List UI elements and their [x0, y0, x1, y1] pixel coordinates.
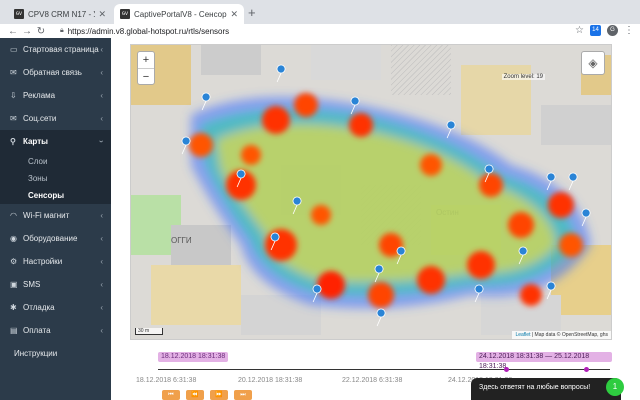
svg-text:ОГГИ: ОГГИ — [171, 236, 192, 245]
sidebar-item-label: Карты — [23, 137, 48, 146]
browser-tab-crm[interactable]: GV CPV8 CRM N17 - Управление ✕ — [8, 4, 112, 24]
tick-label: 18.12.2018 6:31:38 — [136, 377, 197, 384]
sidebar-item-label: Соц.сети — [23, 114, 57, 123]
rewind-icon[interactable]: ⏪ — [186, 390, 204, 400]
zoom-control: + − — [137, 51, 155, 85]
sidebar-item-maps[interactable]: ⚲ Карты › — [0, 130, 111, 153]
chevron-icon: ‹ — [100, 68, 103, 77]
sidebar-item-payment[interactable]: ▤ Оплата ‹ — [0, 319, 111, 342]
submenu-item-sensors[interactable]: Сенсоры — [0, 187, 111, 204]
attribution-text: | Map data © OpenStreetMap, ghs — [530, 332, 608, 338]
sidebar-item-debug[interactable]: ✱ Отладка ‹ — [0, 296, 111, 319]
sidebar-item-label: Оплата — [23, 326, 51, 335]
slider-handle-start[interactable] — [504, 367, 509, 372]
gear-icon: ⚙ — [10, 257, 18, 266]
chat-widget[interactable]: Здесь ответят на любые вопросы! — [471, 378, 621, 400]
sidebar-item-ads[interactable]: ⇩ Реклама ‹ — [0, 84, 111, 107]
chevron-icon: ‹ — [100, 234, 103, 243]
chevron-icon: ‹ — [100, 45, 103, 54]
sidebar-item-label: Инструкции — [14, 349, 58, 358]
browser-tab-sensors[interactable]: GV CaptivePortalV8 - Сенсоры ✕ — [114, 4, 244, 24]
desktop-icon: ▭ — [10, 45, 18, 54]
extension-icon[interactable]: 14 — [590, 25, 601, 36]
sidebar-item-label: Оборудование — [23, 234, 78, 243]
sidebar-item-sms[interactable]: ▣ SMS ‹ — [0, 273, 111, 296]
skip-forward-icon[interactable]: ⏭ — [234, 390, 252, 400]
lock-icon: 🔒︎ — [60, 27, 64, 34]
slider-handle-end[interactable] — [584, 367, 589, 372]
address-bar[interactable]: 🔒︎ https://admin.v8.global-hotspot.ru/rt… — [60, 25, 580, 37]
share-icon: ✉ — [10, 114, 17, 123]
zoom-out-button[interactable]: − — [138, 68, 154, 84]
map-marker-icon: ⚲ — [10, 137, 16, 146]
map-attribution: Leaflet | Map data © OpenStreetMap, ghs — [512, 331, 611, 339]
sidebar-item-settings[interactable]: ⚙ Настройки ‹ — [0, 250, 111, 273]
zoom-level-label: Zoom level: 19 — [501, 74, 545, 80]
tab-favicon-icon: GV — [120, 9, 130, 19]
chevron-icon: ‹ — [100, 257, 103, 266]
chevron-icon: ‹ — [100, 91, 103, 100]
close-icon[interactable]: ✕ — [230, 9, 238, 20]
download-icon: ⇩ — [10, 91, 17, 100]
chevron-icon: ‹ — [100, 280, 103, 289]
url-text: https://admin.v8.global-hotspot.ru/rtls/… — [67, 26, 230, 36]
tab-title: CaptivePortalV8 - Сенсоры — [134, 9, 228, 19]
sidebar-item-label: Реклама — [23, 91, 56, 100]
wifi-icon: ◠ — [10, 211, 17, 220]
back-arrow-icon[interactable]: ← — [6, 26, 20, 37]
tab-title: CPV8 CRM N17 - Управление — [28, 9, 95, 19]
range-end-label: 24.12.2018 18:31:38 — 25.12.2018 18:31:3… — [476, 352, 612, 370]
payment-icon: ▤ — [10, 326, 18, 335]
forward-icon[interactable]: ⏩ — [210, 390, 228, 400]
skip-back-icon[interactable]: ⏮ — [162, 390, 180, 400]
tab-favicon-icon: GV — [14, 9, 24, 19]
sidebar: ▭ Стартовая страница ‹ ✉ Обратная связь … — [0, 38, 111, 400]
slider-track[interactable] — [158, 369, 610, 370]
profile-icon[interactable]: G — [607, 25, 618, 36]
sidebar-item-label: Стартовая страница — [23, 45, 99, 54]
sidebar-item-label: Wi-Fi магнит — [23, 211, 70, 220]
map-scale: 30 m — [135, 328, 163, 335]
map-canvas: ОГГИ Остин — [131, 45, 611, 339]
sidebar-item-start-page[interactable]: ▭ Стартовая страница ‹ — [0, 38, 111, 61]
maps-submenu: Слои Зоны Сенсоры — [0, 153, 111, 204]
chevron-icon: ‹ — [100, 211, 103, 220]
sidebar-item-feedback[interactable]: ✉ Обратная связь ‹ — [0, 61, 111, 84]
sidebar-item-label: Настройки — [23, 257, 63, 266]
chat-badge[interactable]: 1 — [606, 378, 624, 396]
sidebar-item-instructions[interactable]: Инструкции — [0, 342, 111, 365]
browser-tab-bar: GV CPV8 CRM N17 - Управление ✕ GV Captiv… — [0, 0, 640, 24]
layers-icon[interactable]: ◈ — [581, 51, 605, 75]
chat-icon: ✉ — [10, 68, 17, 77]
menu-kebab-icon[interactable]: ⋮ — [624, 25, 634, 36]
sms-icon: ▣ — [10, 280, 18, 289]
bug-icon: ✱ — [10, 303, 17, 312]
browser-toolbar: ← → ↻ 🔒︎ https://admin.v8.global-hotspot… — [0, 24, 640, 38]
sidebar-item-label: SMS — [23, 280, 41, 289]
chevron-icon: ‹ — [100, 114, 103, 123]
heatmap-map[interactable]: ОГГИ Остин — [130, 44, 612, 340]
chevron-icon: ‹ — [100, 326, 103, 335]
range-start-label: 18.12.2018 18:31:38 — [158, 352, 229, 362]
sidebar-item-wifi-magnet[interactable]: ◠ Wi-Fi магнит ‹ — [0, 204, 111, 227]
sidebar-item-equipment[interactable]: ◉ Оборудование ‹ — [0, 227, 111, 250]
sidebar-item-label: Отладка — [23, 303, 55, 312]
tick-label: 20.12.2018 18:31:38 — [238, 377, 303, 384]
star-icon[interactable]: ☆ — [575, 25, 584, 36]
equipment-icon: ◉ — [10, 234, 17, 243]
chevron-down-icon: › — [97, 140, 107, 143]
sidebar-item-social[interactable]: ✉ Соц.сети ‹ — [0, 107, 111, 130]
playback-controls: ⏮ ⏪ ⏩ ⏭ — [162, 390, 252, 400]
reload-icon[interactable]: ↻ — [34, 26, 48, 37]
submenu-item-zones[interactable]: Зоны — [0, 170, 111, 187]
new-tab-button[interactable]: + — [248, 5, 256, 20]
chevron-icon: ‹ — [100, 303, 103, 312]
sidebar-item-label: Обратная связь — [23, 68, 82, 77]
tick-label: 22.12.2018 6:31:38 — [342, 377, 403, 384]
submenu-item-layers[interactable]: Слои — [0, 153, 111, 170]
zoom-in-button[interactable]: + — [138, 52, 154, 68]
forward-arrow-icon[interactable]: → — [20, 26, 34, 37]
close-icon[interactable]: ✕ — [98, 9, 106, 20]
leaflet-link[interactable]: Leaflet — [515, 332, 530, 338]
